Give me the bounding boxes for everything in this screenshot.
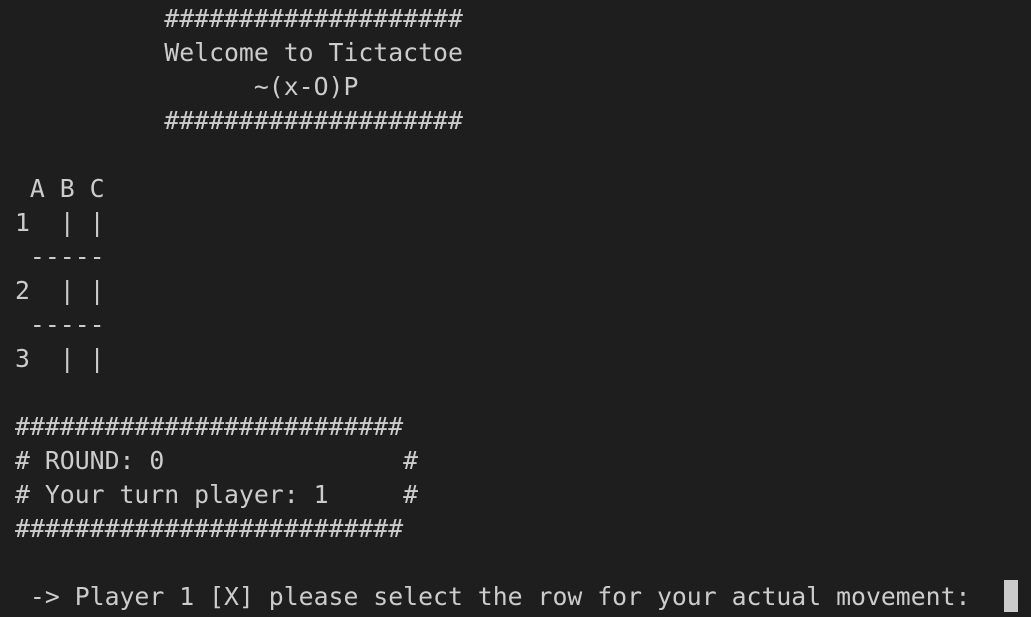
board-column-header: A B C — [15, 174, 105, 203]
status-turn-player: # Your turn player: 1 # — [15, 480, 419, 509]
board-row-2: 2 | | — [15, 276, 105, 305]
board-row-1: 1 | | — [15, 208, 105, 237]
text-cursor[interactable] — [1004, 580, 1018, 612]
banner-top-border: #################### — [15, 4, 463, 33]
banner-bottom-border: #################### — [15, 106, 463, 135]
input-prompt: -> Player 1 [X] please select the row fo… — [15, 582, 986, 611]
terminal-output[interactable]: #################### Welcome to Tictacto… — [0, 0, 1031, 617]
status-box-bottom-border: ########################## — [15, 514, 404, 543]
board-row-3: 3 | | — [15, 344, 105, 373]
status-round: # ROUND: 0 # — [15, 446, 419, 475]
board-separator-2: ----- — [15, 310, 105, 339]
welcome-title: Welcome to Tictactoe — [15, 38, 463, 67]
status-box-top-border: ########################## — [15, 412, 404, 441]
board-separator-1: ----- — [15, 242, 105, 271]
welcome-emoticon: ~(x-O)P — [15, 72, 359, 101]
